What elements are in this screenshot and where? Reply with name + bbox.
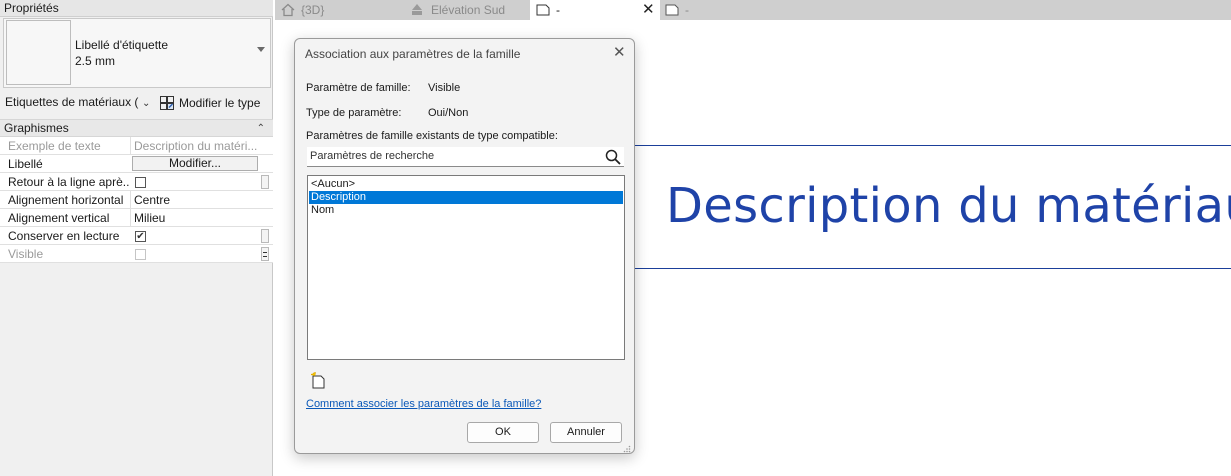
selector-row: Etiquettes de matériaux ( ⌄ Modifier le … (0, 92, 273, 113)
edit-type-label: Modifier le type (179, 95, 261, 110)
sheet-icon (536, 4, 550, 16)
properties-grid: Graphismes ⌃ Exemple de texte Descriptio… (0, 119, 273, 263)
search-placeholder: Paramètres de recherche (310, 150, 435, 162)
associate-param-button[interactable] (261, 229, 269, 243)
edit-type-button[interactable]: Modifier le type (159, 92, 271, 113)
param-type-label: Type de paramètre: (306, 107, 402, 119)
tab-3d[interactable]: {3D} (281, 0, 401, 20)
search-icon[interactable] (604, 148, 622, 166)
property-row: Retour à la ligne aprè... (0, 173, 273, 191)
property-name: Visible (8, 247, 44, 261)
param-listbox[interactable]: <Aucun> Description Nom (307, 175, 625, 360)
category-select[interactable]: Etiquettes de matériaux ( (2, 92, 154, 113)
tab-elevation-sud[interactable]: Elévation Sud (409, 0, 529, 20)
category-select-label: Etiquettes de matériaux ( (5, 95, 139, 109)
type-size: 2.5 mm (75, 54, 116, 68)
new-parameter-icon[interactable] (310, 371, 326, 389)
ok-button[interactable]: OK (467, 422, 539, 443)
property-row: Alignement vertical Milieu (0, 209, 273, 227)
property-row: Conserver en lecture ✔ (0, 227, 273, 245)
family-param-label: Paramètre de famille: (306, 82, 411, 94)
collapse-icon[interactable]: ⌃ (257, 120, 265, 137)
label-frame-bottom-line (634, 268, 1231, 269)
property-name: Alignement horizontal (8, 193, 124, 207)
properties-title: Propriétés (0, 0, 273, 17)
tab-label: {3D} (301, 3, 325, 17)
property-value: Description du matéri... (130, 137, 258, 155)
sheet-icon (665, 4, 679, 16)
associate-param-button-active[interactable] (261, 247, 269, 261)
close-icon[interactable]: ✕ (642, 0, 655, 20)
property-name: Alignement vertical (8, 211, 110, 225)
property-row: Exemple de texte Description du matéri..… (0, 137, 273, 155)
label-frame-top-line (634, 145, 1231, 146)
group-header-graphismes[interactable]: Graphismes ⌃ (0, 119, 273, 137)
type-preview-image (6, 20, 71, 85)
tab-sheet-active[interactable]: - ✕ (530, 0, 660, 20)
help-link[interactable]: Comment associer les paramètres de la fa… (306, 398, 541, 410)
param-type-value: Oui/Non (428, 107, 469, 119)
dropdown-arrow-icon[interactable] (257, 47, 265, 52)
properties-panel: Propriétés Libellé d'étiquette 2.5 mm Et… (0, 0, 273, 476)
tab-label: - (556, 3, 560, 17)
property-name: Libellé (8, 157, 43, 171)
tab-sheet[interactable]: - (665, 0, 785, 20)
property-name: Retour à la ligne aprè... (8, 175, 130, 189)
associate-param-button[interactable] (261, 175, 269, 189)
group-label: Graphismes (4, 121, 69, 135)
property-name: Conserver en lecture (8, 229, 120, 243)
type-name: Libellé d'étiquette (75, 38, 169, 52)
tab-label: - (685, 3, 689, 17)
list-item[interactable]: <Aucun> (309, 178, 623, 191)
property-row: Libellé Modifier... (0, 155, 273, 173)
close-icon[interactable]: ✕ (613, 43, 626, 61)
resize-grip-icon[interactable] (623, 445, 631, 453)
chevron-down-icon[interactable]: ⌄ (142, 98, 150, 109)
list-item-selected[interactable]: Description (309, 191, 623, 204)
keep-readable-checkbox[interactable]: ✔ (135, 231, 146, 242)
family-param-value: Visible (428, 82, 461, 94)
elevation-icon (412, 4, 422, 15)
property-value[interactable]: Milieu (130, 209, 258, 227)
property-name: Exemple de texte (8, 139, 101, 153)
wrap-checkbox[interactable] (135, 177, 146, 188)
edit-type-icon (160, 95, 174, 110)
associate-family-param-dialog: Association aux paramètres de la famille… (294, 38, 635, 454)
tab-label: Elévation Sud (431, 3, 506, 17)
label-preview-text[interactable]: Description du matériau (666, 178, 1231, 234)
existing-params-label: Paramètres de famille existants de type … (306, 130, 558, 142)
home-icon (281, 3, 295, 17)
view-tabs: {3D} Elévation Sud - ✕ - (275, 0, 1231, 20)
property-row: Alignement horizontal Centre (0, 191, 273, 209)
list-item[interactable]: Nom (309, 204, 623, 217)
visible-checkbox[interactable] (135, 249, 146, 260)
search-input[interactable]: Paramètres de recherche (307, 147, 624, 167)
type-selector[interactable]: Libellé d'étiquette 2.5 mm (3, 18, 271, 88)
property-value[interactable]: Centre (130, 191, 258, 209)
cancel-button[interactable]: Annuler (550, 422, 622, 443)
property-row: Visible (0, 245, 273, 263)
dialog-title: Association aux paramètres de la famille (305, 47, 521, 61)
modify-label-button[interactable]: Modifier... (132, 156, 258, 171)
